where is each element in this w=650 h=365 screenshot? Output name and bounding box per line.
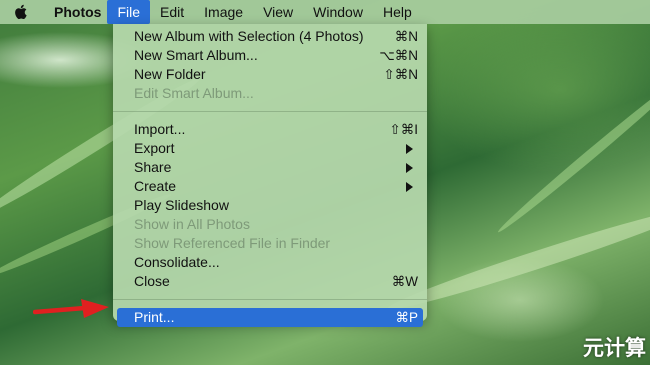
menu-item-share[interactable]: Share bbox=[113, 158, 427, 177]
submenu-arrow-icon bbox=[406, 144, 413, 154]
menu-item-shortcut: ⌥⌘N bbox=[379, 48, 418, 63]
menubar-help[interactable]: Help bbox=[373, 0, 422, 24]
menu-item-label: New Smart Album... bbox=[134, 47, 258, 63]
menubar-file[interactable]: File bbox=[107, 0, 151, 24]
menubar-window[interactable]: Window bbox=[303, 0, 373, 24]
menu-separator bbox=[113, 299, 427, 300]
menu-item-label: Share bbox=[134, 159, 172, 175]
watermark: 元计算 bbox=[583, 337, 646, 360]
menu-item-shortcut: ⇧⌘I bbox=[389, 122, 418, 137]
menu-item-label: Create bbox=[134, 178, 177, 194]
menu-item-print[interactable]: Print... ⌘P bbox=[117, 308, 423, 327]
apple-icon bbox=[14, 4, 27, 20]
menu-item-import[interactable]: Import... ⇧⌘I bbox=[113, 120, 427, 139]
menu-bar: Photos File Edit Image View Window Help bbox=[0, 0, 650, 24]
file-menu: New Album with Selection (4 Photos) ⌘N N… bbox=[113, 24, 427, 327]
menu-item-shortcut: ⌘P bbox=[395, 310, 418, 325]
menubar-image[interactable]: Image bbox=[194, 0, 253, 24]
menu-item-label: New Album with Selection (4 Photos) bbox=[134, 28, 364, 44]
background-grass bbox=[494, 74, 650, 236]
red-arrow-icon bbox=[33, 299, 109, 318]
menu-item-create[interactable]: Create bbox=[113, 177, 427, 196]
menubar-app-name[interactable]: Photos bbox=[40, 0, 107, 24]
menu-item-label: Export bbox=[134, 140, 175, 156]
menu-item-new-smart-album[interactable]: New Smart Album... ⌥⌘N bbox=[113, 46, 427, 65]
apple-menu[interactable] bbox=[0, 0, 40, 24]
menubar-view[interactable]: View bbox=[253, 0, 303, 24]
menu-item-shortcut: ⌘N bbox=[394, 29, 418, 44]
menu-item-shortcut: ⇧⌘N bbox=[383, 67, 418, 82]
menu-item-export[interactable]: Export bbox=[113, 139, 427, 158]
menu-item-play-slideshow[interactable]: Play Slideshow bbox=[113, 196, 427, 215]
menu-item-new-folder[interactable]: New Folder ⇧⌘N bbox=[113, 65, 427, 84]
menubar-edit[interactable]: Edit bbox=[150, 0, 194, 24]
menu-separator bbox=[113, 111, 427, 112]
menu-item-label: New Folder bbox=[134, 66, 206, 82]
menu-item-close[interactable]: Close ⌘W bbox=[113, 272, 427, 291]
submenu-arrow-icon bbox=[406, 182, 413, 192]
menu-item-new-album-with-selection[interactable]: New Album with Selection (4 Photos) ⌘N bbox=[113, 27, 427, 46]
menu-item-label: Edit Smart Album... bbox=[134, 85, 254, 101]
menu-item-label: Consolidate... bbox=[134, 254, 220, 270]
menu-item-label: Show in All Photos bbox=[134, 216, 250, 232]
menu-item-label: Print... bbox=[134, 309, 175, 325]
menu-item-label: Play Slideshow bbox=[134, 197, 229, 213]
menu-item-label: Show Referenced File in Finder bbox=[134, 235, 331, 251]
menu-item-shortcut: ⌘W bbox=[391, 274, 418, 289]
menu-item-edit-smart-album: Edit Smart Album... bbox=[113, 84, 427, 103]
menu-item-label: Import... bbox=[134, 121, 186, 137]
menu-item-show-in-all-photos: Show in All Photos bbox=[113, 215, 427, 234]
menu-item-show-referenced-file: Show Referenced File in Finder bbox=[113, 234, 427, 253]
menu-item-consolidate[interactable]: Consolidate... bbox=[113, 253, 427, 272]
submenu-arrow-icon bbox=[406, 163, 413, 173]
menu-item-label: Close bbox=[134, 273, 170, 289]
